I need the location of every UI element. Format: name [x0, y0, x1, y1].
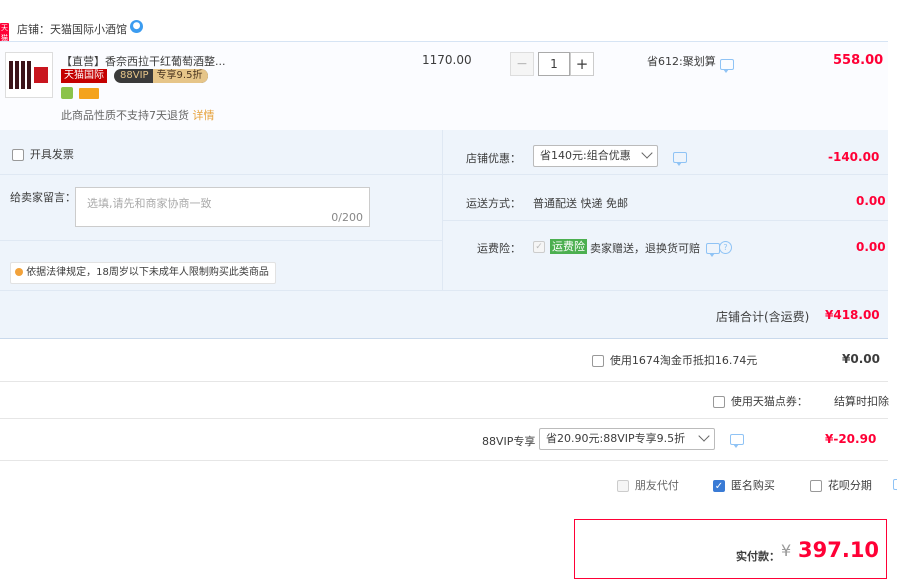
chat-icon[interactable] — [892, 479, 897, 493]
divider — [0, 381, 888, 382]
product-image[interactable] — [5, 52, 53, 98]
tmall-points-value: 结算时扣除 — [834, 395, 889, 408]
vip-tag: 88VIP 专享9.5折 — [114, 69, 209, 83]
product-title[interactable]: 【直营】香奈西拉干红葡萄酒整... — [61, 53, 226, 69]
friend-pay-option: 朋友代付 — [617, 477, 679, 493]
service-icon — [61, 87, 73, 99]
insurance-amount: 0.00 — [856, 240, 886, 254]
item-row: 【直营】香奈西拉干红葡萄酒整... 天猫国际 88VIP 专享9.5折 此商品性质… — [0, 41, 888, 131]
seller-message-field[interactable]: 选填,请先和商家协商一致 0/200 — [75, 187, 370, 227]
card-icon — [79, 88, 99, 99]
insurance-label: 运费险： — [477, 242, 521, 255]
shop-name[interactable]: 店铺：天猫国际小酒馆 — [17, 21, 127, 37]
insurance-tag: 运费险 — [550, 239, 587, 254]
friend-pay-checkbox — [617, 479, 629, 492]
tmall-points-option[interactable]: 使用天猫点券： — [713, 393, 808, 409]
shipping-amount: 0.00 — [856, 194, 886, 208]
lightbulb-icon — [15, 268, 23, 276]
shop-coupon-amount: -140.00 — [828, 150, 880, 164]
invoice-label: 开具发票 — [29, 148, 74, 161]
shop-total-label: 店铺合计(含运费) — [716, 310, 810, 324]
chat-icon[interactable] — [730, 434, 744, 448]
tmall-points-label: 使用天猫点券： — [730, 395, 808, 408]
return-notice: 此商品性质不支持7天退货 详情 — [61, 109, 215, 122]
friend-pay-label: 朋友代付 — [634, 479, 679, 492]
taojinbi-option[interactable]: 使用1674淘金币抵扣16.74元 — [592, 352, 757, 368]
shipping-method: 普通配送 快递 免邮 — [533, 197, 628, 210]
pay-amount: 397.10 — [798, 538, 880, 562]
item-discount: 省612:聚划算 — [647, 55, 716, 68]
chat-icon[interactable] — [673, 152, 687, 166]
shop-total-amount: ¥418.00 — [825, 308, 880, 322]
huabei-label: 花呗分期 — [827, 479, 872, 492]
divider — [0, 460, 888, 461]
payment-summary-box: 实付款： ¥ 397.10 — [574, 519, 887, 579]
insurance-checkbox: ✓ — [533, 241, 545, 253]
item-total: 558.00 — [833, 53, 884, 68]
message-counter: 0/200 — [331, 211, 363, 224]
order-options-panel: 开具发票 给卖家留言： 选填,请先和商家协商一致 0/200 依据法律规定，18… — [0, 130, 888, 290]
taojinbi-checkbox[interactable] — [592, 354, 604, 367]
message-label: 给卖家留言： — [10, 191, 76, 204]
chat-icon[interactable] — [706, 243, 720, 257]
divider — [0, 418, 888, 419]
chevron-down-icon — [641, 147, 653, 159]
vip88-label: 88VIP专享 — [482, 435, 536, 448]
unit-price: 1170.00 — [422, 53, 472, 67]
taojinbi-label: 使用1674淘金币抵扣16.74元 — [609, 354, 758, 367]
quantity-input[interactable]: 1 — [538, 52, 570, 76]
minus-button[interactable]: − — [510, 52, 534, 76]
chevron-down-icon — [698, 430, 710, 442]
tmall-badge: 天猫 — [0, 23, 9, 43]
details-link[interactable]: 详情 — [193, 109, 215, 122]
tmall-global-tag: 天猫国际 — [61, 69, 107, 83]
taojinbi-amount: ¥0.00 — [842, 352, 880, 366]
shop-coupon-label: 店铺优惠： — [466, 152, 521, 165]
invoice-option[interactable]: 开具发票 — [12, 146, 74, 162]
help-icon[interactable]: ? — [719, 241, 732, 254]
huabei-checkbox[interactable] — [810, 479, 822, 492]
legal-notice: 依据法律规定，18周岁以下未成年人限制购买此类商品 — [10, 262, 276, 284]
shipping-label: 运送方式： — [466, 197, 521, 210]
insurance-text: 卖家赠送，退换货可赔 — [590, 242, 700, 255]
quantity-stepper: − 1 + — [510, 52, 596, 76]
invoice-checkbox[interactable] — [12, 148, 24, 161]
shop-total-row: 店铺合计(含运费) ¥418.00 — [0, 290, 888, 339]
vip88-select[interactable]: 省20.90元:88VIP专享9.5折 — [539, 428, 715, 450]
anonymous-option[interactable]: ✓ 匿名购买 — [713, 477, 775, 493]
wangwang-icon[interactable]: ● — [130, 20, 143, 33]
huabei-option[interactable]: 花呗分期 — [810, 477, 872, 493]
vip88-amount: ¥-20.90 — [825, 432, 877, 446]
plus-button[interactable]: + — [570, 52, 594, 76]
anonymous-label: 匿名购买 — [730, 479, 775, 492]
pay-label: 实付款： — [736, 550, 780, 563]
anonymous-checkbox[interactable]: ✓ — [713, 479, 725, 492]
shop-coupon-select[interactable]: 省140元:组合优惠 — [533, 145, 658, 167]
message-placeholder: 选填,请先和商家协商一致 — [87, 197, 212, 210]
pay-currency: ¥ — [781, 541, 792, 560]
chat-icon[interactable] — [720, 59, 734, 73]
tmall-points-checkbox[interactable] — [713, 395, 725, 408]
